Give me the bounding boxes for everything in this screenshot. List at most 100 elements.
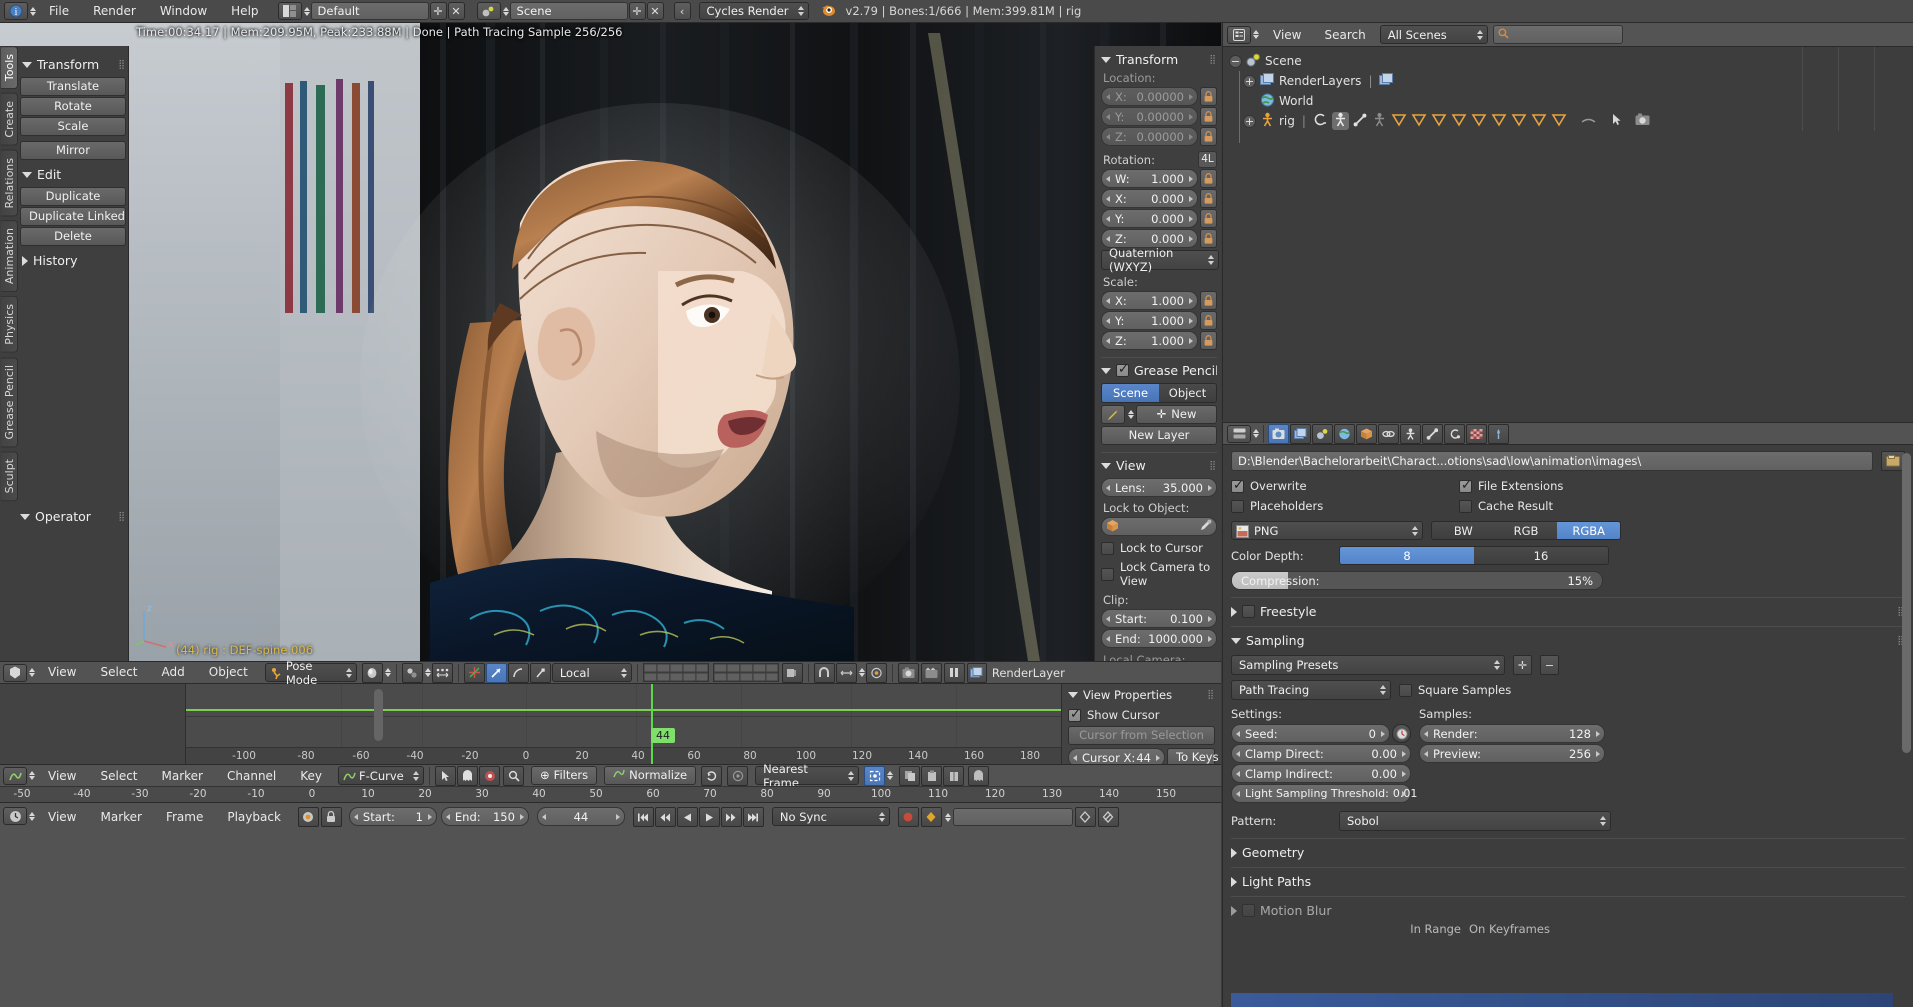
editor-type-arrows[interactable] [1253, 30, 1259, 39]
cache-result-checkbox[interactable] [1459, 499, 1472, 513]
bone-icon[interactable] [1471, 113, 1487, 130]
square-samples-row[interactable]: Square Samples [1399, 683, 1511, 697]
viewport-menu-select[interactable]: Select [89, 661, 148, 684]
view-panel-header[interactable]: View ⣿ [1101, 458, 1217, 473]
color-depth-16[interactable]: 16 [1474, 547, 1608, 564]
current-frame-field[interactable]: 44 [536, 807, 625, 826]
graph-menu-marker[interactable]: Marker [151, 765, 214, 787]
placeholders-row[interactable]: Placeholders [1231, 499, 1451, 513]
gp-tab-object[interactable]: Object [1159, 384, 1216, 402]
lock-camera-to-view-checkbox[interactable] [1101, 567, 1114, 581]
snap-arrows[interactable] [858, 668, 865, 677]
lock-location-y-icon[interactable] [1200, 107, 1217, 126]
restrict-view-icon[interactable] [1581, 114, 1596, 128]
end-frame-field[interactable]: End: 150 [440, 807, 529, 826]
file-extensions-checkbox[interactable] [1459, 478, 1472, 493]
color-mode-segment[interactable]: BW RGB RGBA [1431, 521, 1621, 540]
properties-editor[interactable]: D:\Blender\Bachelorarbeit\Charact...otio… [1222, 422, 1913, 1007]
search-icon[interactable] [503, 765, 525, 786]
bone-icon[interactable] [1551, 113, 1567, 130]
lock-location-x-icon[interactable] [1200, 87, 1217, 106]
playhead-line[interactable] [651, 684, 653, 764]
layer-grid-group[interactable] [642, 662, 803, 683]
tab-world-icon[interactable] [1334, 423, 1355, 444]
pattern-dropdown[interactable]: Sobol [1339, 811, 1611, 831]
proportional-editing-icon[interactable] [865, 662, 887, 683]
tool-tab-animation[interactable]: Animation [1, 220, 18, 293]
duplicate-button[interactable]: Duplicate [20, 187, 126, 206]
copy-keyframes-icon[interactable] [899, 765, 921, 786]
restrict-render-icon[interactable] [1635, 113, 1650, 129]
delete-screen-layout-button[interactable]: ✕ [447, 2, 465, 20]
manipulate-center-points-icon[interactable] [431, 662, 453, 683]
interaction-mode-dropdown[interactable]: Pose Mode [264, 659, 357, 687]
clip-start-field[interactable]: Start: 0.100 [1101, 609, 1217, 628]
screen-layout-name[interactable]: Default [310, 2, 429, 20]
clamp-direct-field[interactable]: Clamp Direct: 0.00 [1231, 744, 1411, 763]
tool-tab-tools[interactable]: Tools [1, 46, 18, 90]
active-render-layer-label[interactable]: RenderLayer [989, 666, 1065, 680]
lock-scale-y-icon[interactable] [1200, 311, 1217, 330]
playback-controls[interactable] [632, 807, 764, 827]
tool-tab-create[interactable]: Create [1, 93, 18, 146]
editor-type-selector-3dview[interactable] [3, 663, 35, 682]
shading-mode-group[interactable] [361, 662, 391, 683]
timeline-menu-playback[interactable]: Playback [216, 807, 292, 828]
output-path-field[interactable]: D:\Blender\Bachelorarbeit\Charact...otio… [1231, 451, 1873, 471]
clip-end-field[interactable]: End: 1000.000 [1101, 629, 1217, 648]
rotation-y-field[interactable]: Y: 0.000 [1101, 209, 1198, 228]
graph-menu-channel[interactable]: Channel [216, 765, 287, 787]
manipulator-group[interactable]: Local [463, 662, 632, 683]
expander-plus-icon[interactable]: + [1243, 74, 1256, 88]
graph-menu-key[interactable]: Key [289, 765, 333, 787]
outliner-search-input[interactable] [1492, 25, 1623, 44]
outliner-tree[interactable]: − Scene + RenderLayers | World + rig | [1223, 47, 1913, 143]
light-sampling-threshold-field[interactable]: Light Sampling Threshold: 0.01 [1231, 784, 1417, 803]
edit-panel-header[interactable]: Edit [22, 167, 126, 182]
expander-minus-icon[interactable]: − [1229, 54, 1242, 68]
color-mode-rgb[interactable]: RGB [1494, 522, 1558, 539]
editor-type-arrows[interactable] [1253, 429, 1259, 438]
tab-render-icon[interactable] [1268, 423, 1289, 444]
rotation-x-field[interactable]: X: 0.000 [1101, 189, 1198, 208]
tab-texture-icon[interactable] [1466, 423, 1487, 444]
snap-magnet-icon[interactable] [813, 662, 835, 683]
pivot-point-icon[interactable] [401, 662, 423, 683]
rotation-mode-dropdown[interactable]: Quaternion (WXYZ) [1101, 246, 1219, 274]
auto-normalize-icon[interactable] [701, 765, 723, 786]
outliner-row-world[interactable]: World [1229, 91, 1913, 111]
geometry-panel-header[interactable]: Geometry [1231, 845, 1905, 860]
transform-orientation-dropdown[interactable]: Local [551, 663, 632, 682]
bone-icon[interactable] [1391, 113, 1407, 130]
lens-field[interactable]: Lens: 35.000 [1101, 478, 1217, 497]
operator-panel-header[interactable]: Operator ⣿ [20, 509, 126, 524]
pivot-group[interactable] [401, 662, 453, 683]
show-cursor-checkbox[interactable] [1068, 707, 1081, 722]
pivot-bounding-box-icon[interactable] [864, 765, 886, 786]
editor-type-arrows[interactable] [29, 668, 35, 677]
cache-result-row[interactable]: Cache Result [1459, 499, 1553, 513]
lock-scale-z-icon[interactable] [1200, 331, 1217, 350]
gp-source-arrows[interactable] [1128, 410, 1134, 419]
delete-scene-button[interactable]: ✕ [646, 2, 664, 20]
timeline-menu-view[interactable]: View [37, 807, 87, 828]
remove-preset-icon[interactable]: − [1540, 655, 1559, 675]
mirror-button[interactable]: Mirror [20, 141, 126, 160]
editor-type-arrows[interactable] [29, 811, 35, 821]
bone-icon[interactable] [1431, 113, 1447, 130]
handle-tools-group[interactable] [899, 765, 990, 786]
eyedropper-icon[interactable] [1200, 519, 1212, 534]
location-x-field[interactable]: X: 0.00000 [1101, 87, 1198, 106]
render-samples-field[interactable]: Render: 128 [1419, 724, 1605, 743]
lock-rotation-x-icon[interactable] [1200, 189, 1217, 208]
bone-icon[interactable] [1451, 113, 1467, 130]
only-selected-curves-icon[interactable] [479, 765, 501, 786]
scale-z-field[interactable]: Z: 1.000 [1101, 331, 1198, 350]
scale-button[interactable]: Scale [20, 117, 126, 136]
cursor-from-selection-button[interactable]: Cursor from Selection [1068, 726, 1215, 745]
tool-tab-sculpt[interactable]: Sculpt [1, 451, 18, 502]
pivot-arrows[interactable] [424, 668, 431, 677]
outliner-row-renderlayers[interactable]: + RenderLayers | [1229, 71, 1913, 91]
history-panel-header[interactable]: History [22, 253, 126, 268]
transform-panel-header[interactable]: Transform ⣿ [22, 57, 126, 72]
